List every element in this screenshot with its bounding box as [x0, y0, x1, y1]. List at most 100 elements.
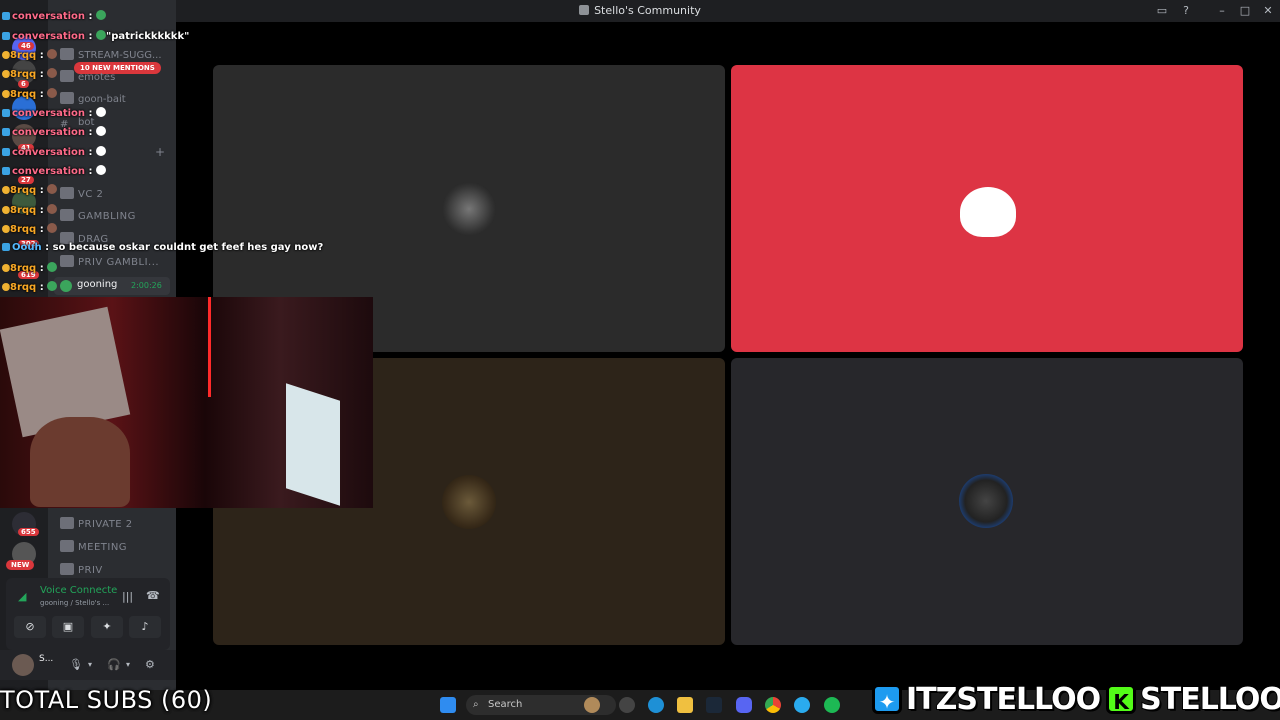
- channel-icon: [60, 48, 74, 60]
- soundboard-button[interactable]: ♪: [129, 616, 161, 638]
- chat-message: 8rqq :: [2, 88, 58, 104]
- chat-emote-icon: [47, 184, 58, 194]
- twitter-handle: ITZSTELLOO: [905, 681, 1102, 718]
- voice-channel-item[interactable]: MEETING: [60, 538, 170, 558]
- participant-tile-4[interactable]: [731, 358, 1243, 645]
- chat-username: Oouh: [12, 242, 42, 253]
- close-button[interactable]: ✕: [1261, 4, 1275, 18]
- chat-badge-icon: [2, 167, 10, 175]
- speaker-icon: [60, 187, 74, 199]
- participant-avatar: [959, 474, 1013, 528]
- chat-badge-icon: [2, 32, 10, 40]
- chrome-icon[interactable]: [765, 697, 781, 713]
- channel-icon: [60, 70, 74, 82]
- app-icon[interactable]: [619, 697, 635, 713]
- start-icon[interactable]: [440, 697, 456, 713]
- chat-message: 8rqq :: [2, 223, 58, 239]
- chat-message: conversation :: [2, 146, 107, 162]
- widget-icon[interactable]: [584, 697, 600, 713]
- chat-emote-icon: [96, 165, 107, 175]
- socials-overlay: ✦ ITZSTELLOO K STELLOOO: [872, 680, 1280, 718]
- chat-username: conversation: [12, 31, 86, 42]
- activities-button[interactable]: ✦: [91, 616, 123, 638]
- chat-separator: :: [36, 263, 48, 274]
- voice-channel-item[interactable]: GAMBLING: [60, 207, 170, 227]
- minimize-button[interactable]: –: [1215, 4, 1229, 18]
- chat-separator: :: [36, 185, 48, 196]
- chat-separator: :: [41, 242, 53, 253]
- participant-avatar: [442, 475, 496, 529]
- chat-message: Oouh : so because oskar couldnt get feef…: [2, 242, 323, 258]
- inbox-icon[interactable]: ▭: [1155, 4, 1169, 18]
- edge-icon[interactable]: [648, 697, 664, 713]
- chevron-down-icon[interactable]: ▾: [126, 660, 130, 669]
- chat-message: 8rqq :: [2, 204, 58, 220]
- chat-emote-icon: [47, 88, 58, 98]
- speaker-icon: [60, 563, 74, 575]
- participant-tile-2[interactable]: [731, 65, 1243, 352]
- discord-icon[interactable]: [736, 697, 752, 713]
- window-title: Stello's Community: [0, 4, 1280, 17]
- voice-channel-item[interactable]: VC 2: [60, 185, 170, 205]
- headphones-icon[interactable]: 🎧: [107, 658, 121, 671]
- chat-badge-icon: [2, 12, 10, 20]
- twitter-icon: ✦: [872, 684, 902, 714]
- chat-message: 8rqq :: [2, 184, 58, 200]
- window-titlebar: Stello's Community ▭ ? – □ ✕: [0, 0, 1280, 22]
- settings-gear-icon[interactable]: ⚙: [145, 658, 155, 671]
- new-badge: NEW: [6, 560, 35, 570]
- spotify-icon[interactable]: [824, 697, 840, 713]
- chat-username: 8rqq: [10, 185, 37, 196]
- chat-message: conversation :: [2, 10, 107, 26]
- chat-message: conversation :: [2, 126, 107, 142]
- chat-message: 8rqq :: [2, 68, 58, 84]
- chat-username: conversation: [12, 147, 86, 158]
- screen-share-button[interactable]: ▣: [52, 616, 84, 638]
- voice-channel-path: gooning / Stello's ...: [40, 599, 110, 607]
- chat-badge-icon: [2, 148, 10, 156]
- telegram-icon[interactable]: [794, 697, 810, 713]
- chat-separator: :: [36, 69, 48, 80]
- webcam-scene: [286, 383, 340, 506]
- maximize-button[interactable]: □: [1238, 4, 1252, 18]
- webcam-scene: [208, 297, 211, 397]
- chat-username: conversation: [12, 166, 86, 177]
- steam-icon[interactable]: [706, 697, 722, 713]
- active-voice-channel[interactable]: gooning 2:00:26: [54, 277, 170, 295]
- chat-badge-icon: [2, 206, 10, 214]
- camera-toggle-button[interactable]: ⊘: [14, 616, 46, 638]
- chat-badge-icon: [2, 109, 10, 117]
- participant-avatar: [442, 182, 496, 236]
- chat-emote-icon: [47, 281, 58, 291]
- microphone-icon[interactable]: 🎙: [69, 658, 83, 671]
- chat-emote-icon: [47, 262, 58, 272]
- chat-separator: :: [85, 166, 97, 177]
- chevron-down-icon[interactable]: ▾: [88, 660, 92, 669]
- channel-icon: [60, 92, 74, 104]
- chat-badge-icon: [2, 90, 10, 98]
- voice-channel-item[interactable]: PRIVATE 2: [60, 515, 170, 535]
- server-badge: 655: [18, 528, 39, 536]
- chat-username: 8rqq: [10, 282, 37, 293]
- user-name[interactable]: S...: [39, 654, 53, 664]
- chat-separator: :: [36, 205, 48, 216]
- speaker-icon: [60, 209, 74, 221]
- chat-badge-icon: [2, 225, 10, 233]
- chat-separator: :: [85, 11, 97, 22]
- webcam-overlay: [0, 297, 373, 508]
- kick-icon: K: [1106, 684, 1137, 714]
- chat-separator: :: [85, 147, 97, 158]
- user-panel: S... 🎙 ▾ 🎧 ▾ ⚙: [0, 650, 176, 680]
- voice-status[interactable]: Voice Connecte: [40, 585, 117, 596]
- avatar[interactable]: [12, 654, 34, 676]
- file-explorer-icon[interactable]: [677, 697, 693, 713]
- disconnect-icon[interactable]: ☎: [146, 589, 160, 602]
- chat-username: 8rqq: [10, 224, 37, 235]
- channel-item[interactable]: emotes: [60, 68, 170, 88]
- chat-message: conversation :: [2, 165, 107, 181]
- chat-separator: :: [36, 282, 48, 293]
- help-icon[interactable]: ?: [1179, 4, 1193, 18]
- chat-username: 8rqq: [10, 263, 37, 274]
- add-channel-icon[interactable]: +: [155, 145, 165, 159]
- noise-suppression-icon[interactable]: |||: [122, 590, 133, 603]
